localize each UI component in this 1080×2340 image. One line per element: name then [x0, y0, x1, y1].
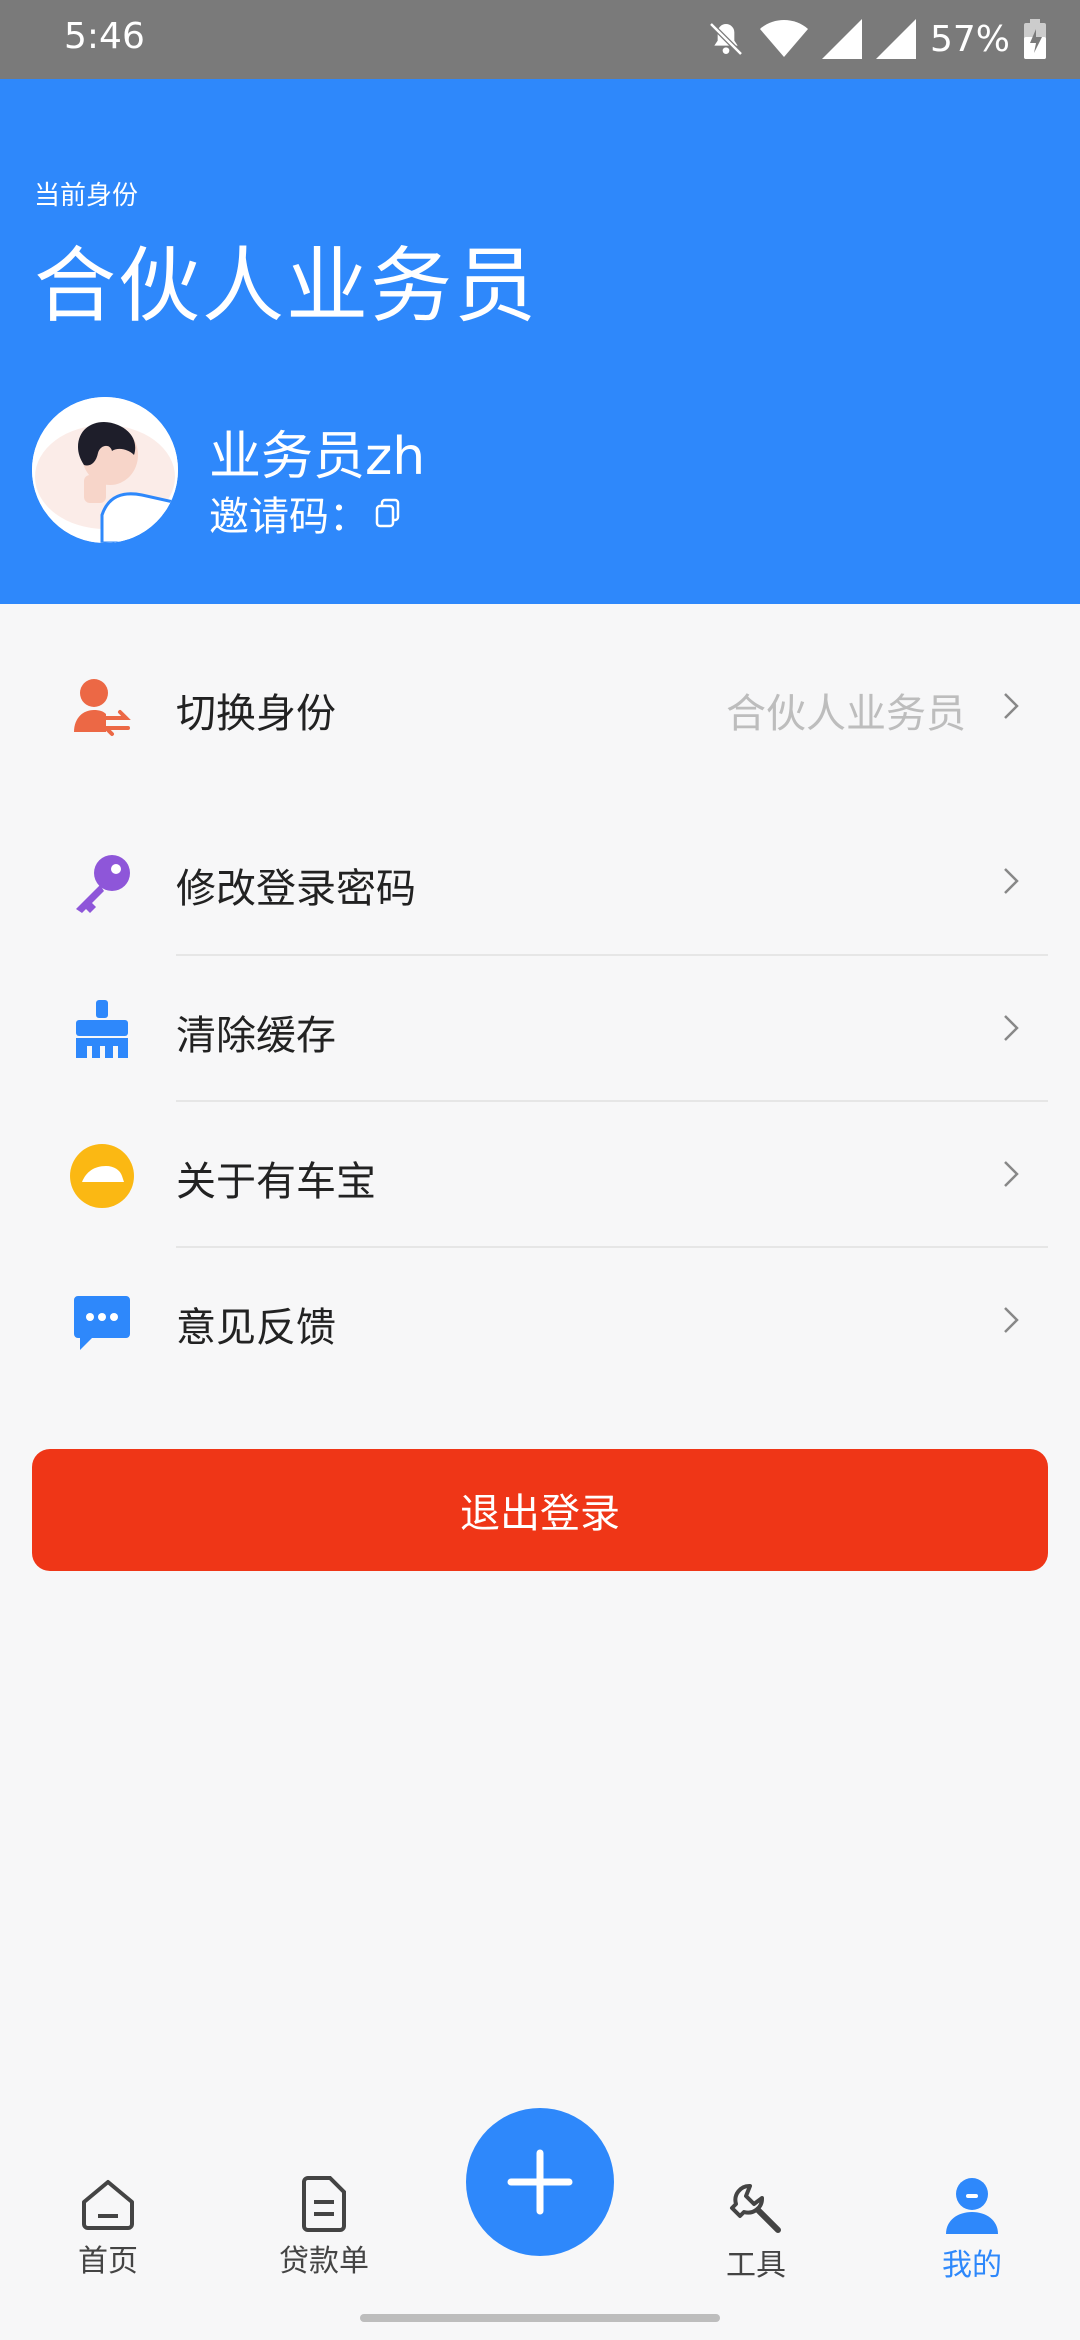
role-title: 合伙人业务员	[34, 239, 539, 334]
bell-muted-icon	[709, 22, 743, 56]
profile-header: 当前身份 合伙人业务员 业务员zh 邀请码：	[0, 79, 1080, 604]
status-icons: 57%	[706, 14, 1046, 64]
chevron-right-icon	[1004, 1161, 1019, 1187]
chevron-right-icon	[1004, 1307, 1019, 1333]
menu-item-label: 关于有车宝	[176, 1159, 376, 1205]
chevron-right-icon	[1004, 693, 1019, 719]
menu-item-clear-cache[interactable]: 清除缓存	[0, 955, 1080, 1101]
battery-percent: 57%	[929, 18, 1010, 60]
menu-item-about[interactable]: 关于有车宝	[0, 1101, 1080, 1247]
menu-item-value: 合伙人业务员	[726, 691, 966, 737]
switch-identity-icon	[74, 679, 131, 736]
nav-tools-label: 工具	[726, 2248, 786, 2283]
chevron-right-icon	[1004, 1015, 1019, 1041]
avatar[interactable]	[32, 397, 178, 543]
nav-home-label: 首页	[78, 2244, 138, 2279]
nav-mine[interactable]: 我的	[912, 2176, 1032, 2284]
role-caption: 当前身份	[34, 181, 139, 211]
menu-item-label: 切换身份	[176, 691, 336, 737]
user-name: 业务员zh	[209, 427, 426, 487]
logout-button[interactable]: 退出登录	[32, 1449, 1048, 1571]
nav-loans[interactable]: 贷款单	[264, 2176, 384, 2280]
plus-icon	[507, 2149, 573, 2215]
signal-icon	[821, 19, 862, 59]
status-bar: 5:46 57%	[0, 0, 1080, 79]
nav-home[interactable]: 首页	[48, 2176, 168, 2280]
menu-item-label: 意见反馈	[176, 1305, 336, 1351]
key-icon	[76, 855, 130, 913]
copy-icon[interactable]	[375, 498, 401, 528]
menu-item-change-password[interactable]: 修改登录密码	[0, 808, 1080, 954]
nav-loans-label: 贷款单	[279, 2244, 369, 2279]
home-indicator[interactable]	[360, 2314, 720, 2322]
feedback-icon	[74, 1296, 130, 1350]
about-car-icon	[70, 1144, 134, 1208]
home-icon	[82, 2180, 134, 2230]
avatar-image	[32, 397, 178, 543]
menu-item-label: 修改登录密码	[176, 866, 416, 912]
battery-icon	[1024, 19, 1046, 59]
menu-item-switch-identity[interactable]: 切换身份 合伙人业务员	[0, 633, 1080, 779]
wrench-icon	[730, 2184, 781, 2233]
chevron-right-icon	[1004, 868, 1019, 894]
menu-item-feedback[interactable]: 意见反馈	[0, 1247, 1080, 1393]
menu-item-label: 清除缓存	[176, 1013, 336, 1059]
status-time: 5:46	[64, 16, 145, 57]
nav-tools[interactable]: 工具	[696, 2180, 816, 2284]
user-icon	[946, 2178, 998, 2234]
document-icon	[302, 2176, 346, 2232]
broom-icon	[76, 1000, 128, 1058]
invite-code-label: 邀请码：	[209, 494, 369, 540]
add-button[interactable]	[466, 2108, 614, 2256]
signal-icon-2	[875, 19, 916, 59]
wifi-icon	[759, 20, 808, 57]
nav-mine-label: 我的	[942, 2248, 1002, 2283]
invite-code-row: 邀请码：	[209, 484, 401, 542]
